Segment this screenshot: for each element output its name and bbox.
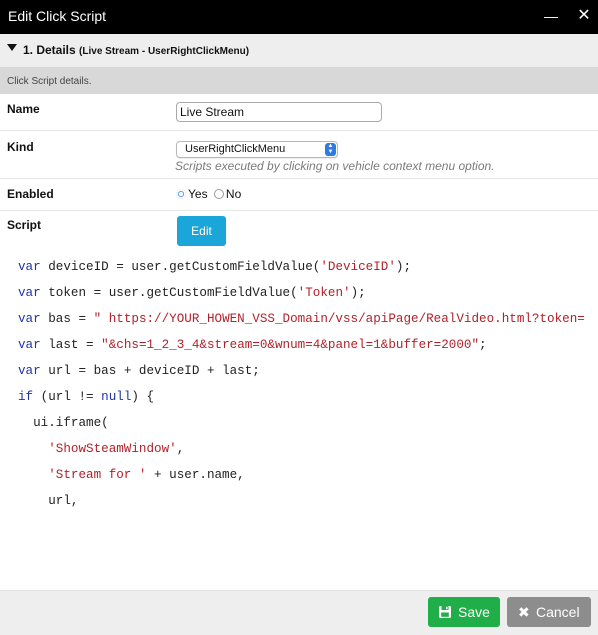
code-token: "&chs=1_2_3_4&stream=0&wnum=4&panel=1&bu… [101, 338, 480, 352]
code-token: bas = [40, 312, 94, 326]
name-input[interactable] [176, 102, 382, 122]
cancel-button[interactable]: ✖ Cancel [507, 597, 591, 627]
section-description: Click Script details. [7, 76, 92, 87]
enabled-label: Enabled [7, 187, 54, 201]
script-row: Script Edit [0, 211, 598, 256]
section-description-bar: Click Script details. [0, 68, 598, 94]
close-icon[interactable]: ✕ [574, 6, 594, 26]
title-bar[interactable]: Edit Click Script — ✕ [0, 0, 598, 34]
code-token: 'Stream for ' [48, 468, 147, 482]
code-token: last = [40, 338, 102, 352]
code-token: ui.iframe( [18, 416, 109, 430]
code-token: + user.name, [146, 468, 245, 482]
kind-select-value: UserRightClickMenu [185, 143, 286, 155]
details-section-header[interactable]: 1. Details (Live Stream - UserRightClick… [0, 34, 598, 68]
section-title: 1. Details (Live Stream - UserRightClick… [23, 43, 249, 57]
code-token: , [176, 442, 185, 456]
select-arrows-icon: ▲ ▼ [325, 143, 336, 156]
save-icon [438, 597, 452, 627]
cancel-label: Cancel [536, 604, 580, 620]
edit-click-script-window: Edit Click Script — ✕ 1. Details (Live S… [0, 0, 598, 635]
code-token: " https://YOUR_HOWEN_VSS_Domain/vss/apiP… [93, 312, 585, 326]
name-label: Name [7, 102, 40, 116]
enabled-yes-radio[interactable] [176, 189, 186, 199]
cancel-icon: ✖ [518, 604, 530, 620]
code-line[interactable]: 'ShowSteamWindow', [18, 442, 184, 456]
code-line[interactable]: var deviceID = user.getCustomFieldValue(… [18, 260, 411, 274]
script-label: Script [7, 218, 42, 232]
enabled-no-radio[interactable] [213, 189, 224, 199]
code-line[interactable]: var url = bas + deviceID + last; [18, 364, 260, 378]
code-token: ); [395, 260, 412, 274]
enabled-yes-label[interactable]: Yes [188, 187, 208, 201]
code-line[interactable]: var bas = " https://YOUR_HOWEN_VSS_Domai… [18, 312, 585, 326]
kind-hint: Scripts executed by clicking on vehicle … [175, 159, 495, 173]
code-token: if [18, 390, 34, 404]
save-label: Save [458, 604, 490, 620]
code-token: var [18, 286, 41, 300]
code-line[interactable]: ui.iframe( [18, 416, 109, 430]
code-token: 'Token' [297, 286, 351, 300]
code-line[interactable]: var last = "&chs=1_2_3_4&stream=0&wnum=4… [18, 338, 487, 352]
code-token: token = user.getCustomFieldValue( [40, 286, 298, 300]
code-token: 'DeviceID' [320, 260, 396, 274]
code-line[interactable]: var token = user.getCustomFieldValue('To… [18, 286, 366, 300]
enabled-row: Enabled Yes No [0, 179, 598, 211]
code-line[interactable]: if (url != null) { [18, 390, 154, 404]
enabled-radio-group: Yes No [176, 187, 241, 201]
code-token: ); [350, 286, 366, 300]
kind-select[interactable]: UserRightClickMenu ▲ ▼ [176, 141, 338, 158]
code-token: var [18, 364, 41, 378]
code-token: var [18, 260, 41, 274]
code-token: url, [18, 494, 79, 508]
dialog-footer: Save ✖ Cancel [0, 590, 598, 635]
name-row: Name [0, 94, 598, 131]
section-subtitle: (Live Stream - UserRightClickMenu) [79, 46, 250, 57]
code-token: deviceID = user.getCustomFieldValue( [40, 260, 321, 274]
code-token: url = bas + deviceID + last; [40, 364, 260, 378]
code-line[interactable]: 'Stream for ' + user.name, [18, 468, 245, 482]
window-title: Edit Click Script [8, 8, 107, 24]
code-token: var [18, 312, 41, 326]
kind-label: Kind [7, 140, 34, 154]
script-code-area[interactable]: var deviceID = user.getCustomFieldValue(… [0, 256, 598, 590]
code-token: 'ShowSteamWindow' [48, 442, 177, 456]
edit-script-button[interactable]: Edit [177, 216, 226, 246]
code-token: ) { [131, 390, 155, 404]
kind-row: Kind UserRightClickMenu ▲ ▼ Scripts execu… [0, 131, 598, 179]
enabled-no-label[interactable]: No [226, 187, 241, 201]
code-token: null [101, 390, 132, 404]
collapse-triangle-icon[interactable] [7, 44, 17, 51]
section-title-text: 1. Details [23, 43, 76, 57]
save-button[interactable]: Save [428, 597, 500, 627]
code-line[interactable]: url, [18, 494, 78, 508]
minimize-icon[interactable]: — [541, 6, 561, 26]
code-token: (url != [33, 390, 102, 404]
code-token: var [18, 338, 41, 352]
code-token: ; [479, 338, 487, 352]
